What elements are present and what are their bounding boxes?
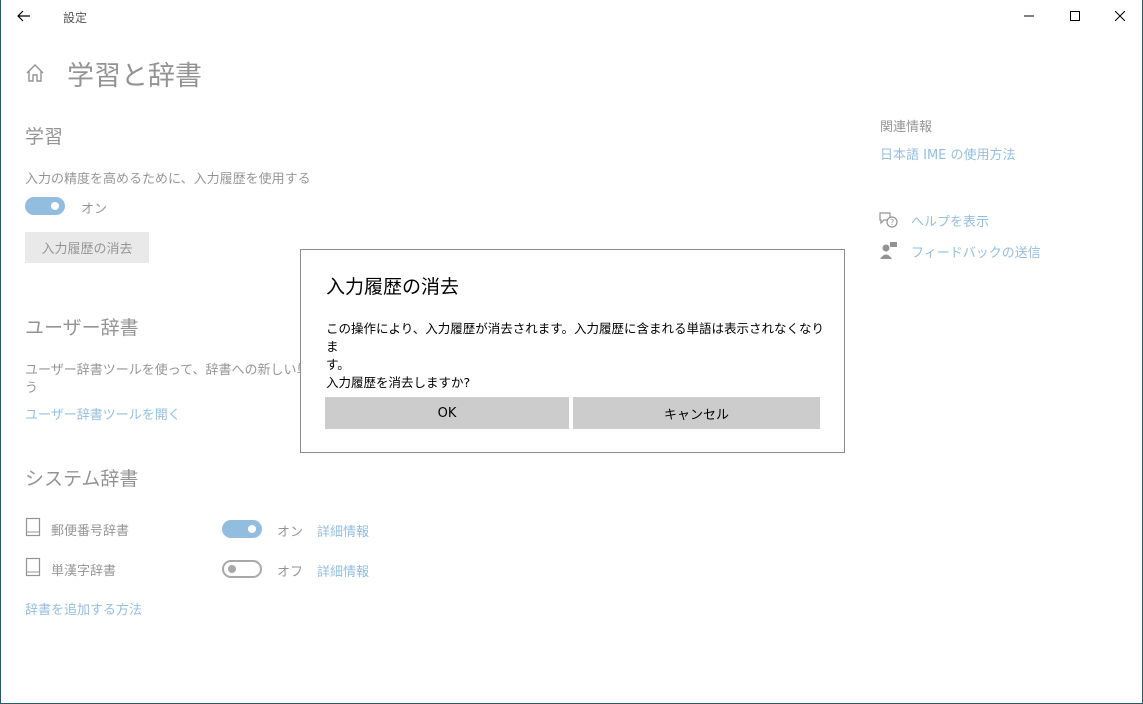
help-chat-icon: ? <box>879 212 898 228</box>
minimize-icon <box>1024 15 1034 17</box>
learning-heading: 学習 <box>25 126 64 148</box>
open-user-dict-link[interactable]: ユーザー辞書ツールを開く <box>25 404 181 423</box>
window-title: 設定 <box>63 11 88 25</box>
learning-toggle[interactable] <box>25 197 65 215</box>
dialog-message: この操作により、入力履歴が消去されます。入力履歴に含まれる単語は表示されなくなり… <box>326 320 826 392</box>
dialog-message-line: す。 <box>326 357 350 372</box>
home-icon[interactable] <box>24 62 46 84</box>
postal-dict-state: オン <box>277 525 304 540</box>
learning-toggle-label: オン <box>81 202 108 217</box>
maximize-button[interactable] <box>1052 0 1098 32</box>
ok-button[interactable]: OK <box>325 397 569 429</box>
user-dict-heading: ユーザー辞書 <box>25 317 139 339</box>
postal-dict-toggle[interactable] <box>222 520 262 538</box>
book-icon <box>25 557 41 577</box>
back-arrow-icon <box>17 10 30 22</box>
maximize-icon <box>1070 11 1080 21</box>
kanji-dict-name: 単漢字辞書 <box>51 564 117 579</box>
postal-dict-details-link[interactable]: 詳細情報 <box>317 521 369 540</box>
close-icon <box>1115 11 1125 21</box>
feedback-link[interactable]: フィードバックの送信 <box>911 242 1041 261</box>
add-dict-link[interactable]: 辞書を追加する方法 <box>25 599 142 618</box>
related-heading: 関連情報 <box>880 120 933 135</box>
kanji-dict-state: オフ <box>277 565 304 580</box>
book-icon <box>25 517 41 537</box>
feedback-icon <box>880 242 897 259</box>
postal-dict-name: 郵便番号辞書 <box>51 524 130 539</box>
page-title: 学習と辞書 <box>67 61 202 92</box>
dialog-title: 入力履歴の消去 <box>326 276 460 298</box>
kanji-dict-details-link[interactable]: 詳細情報 <box>317 561 369 580</box>
user-dict-description: ユーザー辞書ツールを使って、辞書への新しい単語の <box>25 363 336 378</box>
clear-history-dialog: 入力履歴の消去 この操作により、入力履歴が消去されます。入力履歴に含まれる単語は… <box>300 249 845 453</box>
kanji-dict-toggle[interactable] <box>222 560 262 578</box>
ime-usage-link[interactable]: 日本語 IME の使用方法 <box>880 144 1016 163</box>
cancel-button[interactable]: キャンセル <box>573 397 820 429</box>
minimize-button[interactable] <box>1006 0 1052 32</box>
dialog-message-line: 入力履歴を消去しますか? <box>326 375 471 390</box>
svg-text:?: ? <box>890 218 894 227</box>
help-link[interactable]: ヘルプを表示 <box>911 211 989 230</box>
clear-history-button[interactable]: 入力履歴の消去 <box>25 232 149 263</box>
title-bar: 設定 <box>0 0 1143 32</box>
close-button[interactable] <box>1097 0 1143 32</box>
back-button[interactable] <box>12 4 36 28</box>
learning-description: 入力の精度を高めるために、入力履歴を使用する <box>25 172 311 187</box>
user-dict-description-cont: う <box>25 381 39 396</box>
system-dict-heading: システム辞書 <box>25 468 139 490</box>
dialog-message-line: この操作により、入力履歴が消去されます。入力履歴に含まれる単語は表示されなくなり… <box>326 321 825 354</box>
